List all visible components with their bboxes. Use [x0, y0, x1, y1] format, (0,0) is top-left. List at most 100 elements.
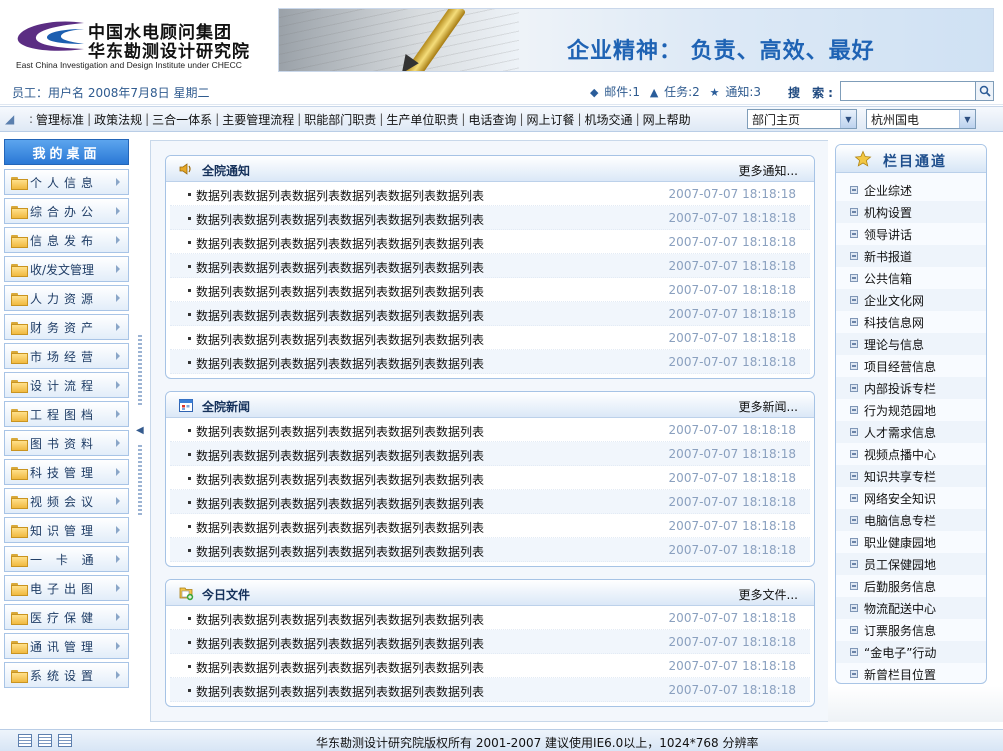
list-item[interactable]: 数据列表数据列表数据列表数据列表数据列表数据列表 2007-07-07 18:18… [170, 418, 810, 442]
item-title[interactable]: 数据列表数据列表数据列表数据列表数据列表数据列表 [196, 331, 484, 348]
sidebar-item-library[interactable]: 图书资料 [4, 430, 129, 456]
nav-item-phone-lookup[interactable]: 电话查询 [468, 111, 516, 128]
channel-item[interactable]: 网络安全知识 [836, 487, 986, 509]
nav-item-meal-order[interactable]: 网上订餐 [526, 111, 574, 128]
sidebar-item-office[interactable]: 综合办公 [4, 198, 129, 224]
sidebar-item-document-management[interactable]: 收/发文管理 [4, 256, 129, 282]
site-select[interactable]: 杭州国电 ▼ [866, 109, 976, 129]
item-title[interactable]: 数据列表数据列表数据列表数据列表数据列表数据列表 [196, 519, 484, 536]
item-title[interactable]: 数据列表数据列表数据列表数据列表数据列表数据列表 [196, 235, 484, 252]
channel-item[interactable]: 人才需求信息 [836, 421, 986, 443]
sidebar-item-card[interactable]: 一 卡 通 [4, 546, 129, 572]
channel-item[interactable]: 新书报道 [836, 245, 986, 267]
item-title[interactable]: 数据列表数据列表数据列表数据列表数据列表数据列表 [196, 447, 484, 464]
logo[interactable]: 中国水电顾问集团 华东勘测设计研究院 East China Investigat… [10, 14, 270, 72]
channel-item[interactable]: “金电子”行动 [836, 641, 986, 663]
item-title[interactable]: 数据列表数据列表数据列表数据列表数据列表数据列表 [196, 211, 484, 228]
channel-item[interactable]: 公共信箱 [836, 267, 986, 289]
list-item[interactable]: 数据列表数据列表数据列表数据列表数据列表数据列表 2007-07-07 18:18… [170, 230, 810, 254]
list-item[interactable]: 数据列表数据列表数据列表数据列表数据列表数据列表 2007-07-07 18:18… [170, 182, 810, 206]
sidebar-item-tech-management[interactable]: 科技管理 [4, 459, 129, 485]
list-item[interactable]: 数据列表数据列表数据列表数据列表数据列表数据列表 2007-07-07 18:18… [170, 466, 810, 490]
nav-item-management-standards[interactable]: 管理标准 [36, 111, 84, 128]
item-title[interactable]: 数据列表数据列表数据列表数据列表数据列表数据列表 [196, 495, 484, 512]
sidebar-item-design-flow[interactable]: 设计流程 [4, 372, 129, 398]
nav-item-main-processes[interactable]: 主要管理流程 [222, 111, 294, 128]
sidebar-item-marketing[interactable]: 市场经营 [4, 343, 129, 369]
list-item[interactable]: 数据列表数据列表数据列表数据列表数据列表数据列表 2007-07-07 18:18… [170, 538, 810, 562]
channel-item[interactable]: 领导讲话 [836, 223, 986, 245]
list-item[interactable]: 数据列表数据列表数据列表数据列表数据列表数据列表 2007-07-07 18:18… [170, 514, 810, 538]
search-button[interactable] [975, 81, 994, 101]
item-title[interactable]: 数据列表数据列表数据列表数据列表数据列表数据列表 [196, 355, 484, 372]
more-notices-link[interactable]: 更多通知... [739, 162, 798, 179]
list-item[interactable]: 数据列表数据列表数据列表数据列表数据列表数据列表 2007-07-07 18:18… [170, 206, 810, 230]
department-home-select[interactable]: 部门主页 ▼ [747, 109, 857, 129]
list-item[interactable]: 数据列表数据列表数据列表数据列表数据列表数据列表 2007-07-07 18:18… [170, 606, 810, 630]
channel-item[interactable]: 机构设置 [836, 201, 986, 223]
channel-item[interactable]: 后勤服务信息 [836, 575, 986, 597]
sidebar-item-communications[interactable]: 通讯管理 [4, 633, 129, 659]
channel-item[interactable]: 知识共享专栏 [836, 465, 986, 487]
grid-view-icon[interactable] [58, 734, 72, 747]
channel-item[interactable]: 企业综述 [836, 179, 986, 201]
sidebar-item-finance[interactable]: 财务资产 [4, 314, 129, 340]
more-files-link[interactable]: 更多文件... [739, 586, 798, 603]
sidebar-item-drawings[interactable]: 工程图档 [4, 401, 129, 427]
list-item[interactable]: 数据列表数据列表数据列表数据列表数据列表数据列表 2007-07-07 18:18… [170, 350, 810, 374]
channel-item[interactable]: 内部投诉专栏 [836, 377, 986, 399]
nav-collapse-icon[interactable]: ◢ [5, 112, 14, 126]
sidebar-item-video-conference[interactable]: 视频会议 [4, 488, 129, 514]
item-title[interactable]: 数据列表数据列表数据列表数据列表数据列表数据列表 [196, 259, 484, 276]
channel-item[interactable]: 科技信息网 [836, 311, 986, 333]
item-title[interactable]: 数据列表数据列表数据列表数据列表数据列表数据列表 [196, 659, 484, 676]
detail-view-icon[interactable] [38, 734, 52, 747]
channel-item[interactable]: 理论与信息 [836, 333, 986, 355]
item-title[interactable]: 数据列表数据列表数据列表数据列表数据列表数据列表 [196, 423, 484, 440]
sidebar-item-knowledge[interactable]: 知识管理 [4, 517, 129, 543]
list-view-icon[interactable] [18, 734, 32, 747]
channel-item[interactable]: 视频点播中心 [836, 443, 986, 465]
channel-item[interactable]: 物流配送中心 [836, 597, 986, 619]
sidebar-item-publishing[interactable]: 信息发布 [4, 227, 129, 253]
list-item[interactable]: 数据列表数据列表数据列表数据列表数据列表数据列表 2007-07-07 18:18… [170, 326, 810, 350]
nav-item-unit-duties[interactable]: 生产单位职责 [386, 111, 458, 128]
item-title[interactable]: 数据列表数据列表数据列表数据列表数据列表数据列表 [196, 471, 484, 488]
channel-item[interactable]: 职业健康园地 [836, 531, 986, 553]
item-title[interactable]: 数据列表数据列表数据列表数据列表数据列表数据列表 [196, 611, 484, 628]
list-item[interactable]: 数据列表数据列表数据列表数据列表数据列表数据列表 2007-07-07 18:18… [170, 490, 810, 514]
channel-item[interactable]: 电脑信息专栏 [836, 509, 986, 531]
channel-item[interactable]: 新曾栏目位置 [836, 663, 986, 683]
channel-item[interactable]: 订票服务信息 [836, 619, 986, 641]
sidebar-item-healthcare[interactable]: 医疗保健 [4, 604, 129, 630]
sidebar-item-personal-info[interactable]: 个人信息 [4, 169, 129, 195]
list-item[interactable]: 数据列表数据列表数据列表数据列表数据列表数据列表 2007-07-07 18:18… [170, 630, 810, 654]
item-title[interactable]: 数据列表数据列表数据列表数据列表数据列表数据列表 [196, 283, 484, 300]
list-item[interactable]: 数据列表数据列表数据列表数据列表数据列表数据列表 2007-07-07 18:18… [170, 442, 810, 466]
list-item[interactable]: 数据列表数据列表数据列表数据列表数据列表数据列表 2007-07-07 18:18… [170, 302, 810, 326]
mail-link[interactable]: ◆ 邮件:1 [590, 85, 640, 99]
list-item[interactable]: 数据列表数据列表数据列表数据列表数据列表数据列表 2007-07-07 18:18… [170, 654, 810, 678]
item-title[interactable]: 数据列表数据列表数据列表数据列表数据列表数据列表 [196, 543, 484, 560]
sidebar-item-e-plotting[interactable]: 电子出图 [4, 575, 129, 601]
list-item[interactable]: 数据列表数据列表数据列表数据列表数据列表数据列表 2007-07-07 18:18… [170, 254, 810, 278]
channel-item[interactable]: 员工保健园地 [836, 553, 986, 575]
item-title[interactable]: 数据列表数据列表数据列表数据列表数据列表数据列表 [196, 635, 484, 652]
item-title[interactable]: 数据列表数据列表数据列表数据列表数据列表数据列表 [196, 187, 484, 204]
more-news-link[interactable]: 更多新闻... [739, 398, 798, 415]
nav-item-dept-duties[interactable]: 职能部门职责 [304, 111, 376, 128]
nav-item-airport-traffic[interactable]: 机场交通 [585, 111, 633, 128]
nav-item-integrated-system[interactable]: 三合一体系 [152, 111, 212, 128]
sidebar-item-hr[interactable]: 人力资源 [4, 285, 129, 311]
sidebar-toggle[interactable]: ◀ [136, 335, 144, 525]
nav-item-online-help[interactable]: 网上帮助 [643, 111, 691, 128]
channel-item[interactable]: 行为规范园地 [836, 399, 986, 421]
channel-item[interactable]: 企业文化网 [836, 289, 986, 311]
list-item[interactable]: 数据列表数据列表数据列表数据列表数据列表数据列表 2007-07-07 18:18… [170, 278, 810, 302]
notices-link[interactable]: ★ 通知:3 [710, 85, 761, 99]
channel-item[interactable]: 项目经营信息 [836, 355, 986, 377]
sidebar-item-system-settings[interactable]: 系统设置 [4, 662, 129, 688]
nav-item-policies[interactable]: 政策法规 [94, 111, 142, 128]
list-item[interactable]: 数据列表数据列表数据列表数据列表数据列表数据列表 2007-07-07 18:18… [170, 678, 810, 702]
tasks-link[interactable]: ▲ 任务:2 [650, 85, 700, 99]
